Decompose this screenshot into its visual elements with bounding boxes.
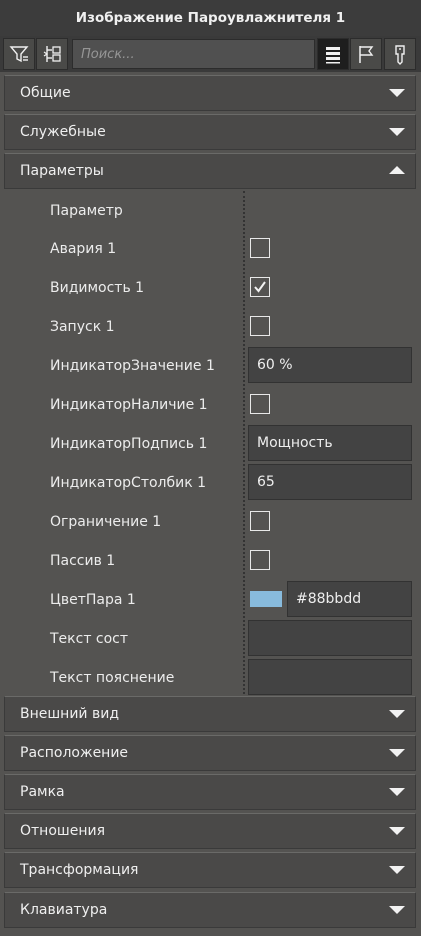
limit-checkbox[interactable]	[250, 511, 270, 531]
param-row: Авария 1	[4, 229, 416, 268]
section-frame[interactable]: Рамка	[4, 774, 416, 810]
list-view-icon	[326, 47, 340, 64]
pin-icon	[395, 45, 405, 65]
section-appearance[interactable]: Внешний вид	[4, 696, 416, 732]
chevron-down-icon	[389, 827, 405, 835]
visibility-checkbox[interactable]	[250, 277, 270, 297]
passive-checkbox[interactable]	[250, 550, 270, 570]
list-view-button[interactable]	[317, 38, 349, 70]
collapse-tree-button[interactable]	[36, 38, 68, 70]
flag-icon	[359, 46, 374, 63]
params-header-row: Параметр	[4, 191, 416, 230]
section-keyboard[interactable]: Клавиатура	[4, 892, 416, 928]
section-label: Расположение	[20, 745, 129, 761]
param-row: Ограничение 1	[4, 502, 416, 541]
param-label: Ограничение 1	[50, 513, 162, 530]
param-label: ИндикаторНаличие 1	[50, 396, 208, 413]
pin-button[interactable]	[384, 38, 416, 70]
param-label: ИндикаторЗначение 1	[50, 357, 215, 374]
section-general[interactable]: Общие	[4, 75, 416, 111]
parameters-panel: Параметр Авария 1 Видимость 1 Запуск 1 И…	[4, 191, 416, 697]
steam-color-field[interactable]: #88bbdd	[287, 581, 412, 617]
avariya-checkbox[interactable]	[250, 238, 270, 258]
section-label: Внешний вид	[20, 706, 120, 722]
param-label: ЦветПара 1	[50, 591, 136, 608]
section-layout[interactable]: Расположение	[4, 735, 416, 771]
param-label: Текст пояснение	[50, 669, 175, 686]
param-row: ИндикаторЗначение 1 60 %	[4, 346, 416, 385]
param-row: ИндикаторСтолбик 1 65	[4, 463, 416, 502]
param-label: Видимость 1	[50, 279, 145, 296]
param-label: ИндикаторПодпись 1	[50, 435, 208, 452]
param-row: Пассив 1	[4, 541, 416, 580]
section-label: Рамка	[20, 784, 65, 800]
section-label: Общие	[20, 85, 71, 101]
section-service[interactable]: Служебные	[4, 114, 416, 150]
param-label: Авария 1	[50, 240, 117, 257]
flag-button[interactable]	[350, 38, 382, 70]
param-row: ЦветПара 1 #88bbdd	[4, 580, 416, 619]
section-label: Служебные	[20, 124, 106, 140]
filter-icon	[9, 46, 29, 63]
section-transform[interactable]: Трансформация	[4, 852, 416, 888]
start-checkbox[interactable]	[250, 316, 270, 336]
param-row: Запуск 1	[4, 307, 416, 346]
param-label: Текст сост	[50, 630, 129, 647]
indicator-caption-field[interactable]: Мощность	[248, 425, 412, 461]
chevron-down-icon	[389, 788, 405, 796]
section-parameters[interactable]: Параметры	[4, 153, 416, 189]
indicator-bar-field[interactable]: 65	[248, 464, 412, 500]
param-row: ИндикаторПодпись 1 Мощность	[4, 424, 416, 463]
chevron-down-icon	[389, 749, 405, 757]
indicator-presence-checkbox[interactable]	[250, 394, 270, 414]
section-label: Отношения	[20, 823, 105, 839]
param-row: Текст пояснение	[4, 658, 416, 697]
params-header: Параметр	[50, 202, 123, 219]
chevron-down-icon	[389, 906, 405, 914]
param-row: ИндикаторНаличие 1	[4, 385, 416, 424]
chevron-down-icon	[389, 866, 405, 874]
state-text-field[interactable]	[248, 620, 412, 656]
param-label: Пассив 1	[50, 552, 116, 569]
chevron-down-icon	[389, 710, 405, 718]
toolbar	[0, 36, 421, 72]
color-swatch[interactable]	[250, 591, 282, 607]
section-label: Параметры	[20, 163, 104, 179]
filter-button[interactable]	[3, 38, 35, 70]
section-relations[interactable]: Отношения	[4, 813, 416, 849]
param-row: Видимость 1	[4, 268, 416, 307]
chevron-up-icon	[389, 166, 405, 174]
param-label: Запуск 1	[50, 318, 115, 335]
section-label: Трансформация	[20, 862, 139, 878]
explanation-text-field[interactable]	[248, 659, 412, 695]
section-label: Клавиатура	[20, 902, 108, 918]
window-title: Изображение Пароувлажнителя 1	[0, 0, 421, 36]
param-row: Текст сост	[4, 619, 416, 658]
chevron-down-icon	[389, 128, 405, 136]
checkmark-icon	[254, 281, 266, 293]
indicator-value-field[interactable]: 60 %	[248, 347, 412, 383]
search-input[interactable]	[72, 39, 315, 69]
collapse-tree-icon	[43, 46, 61, 62]
chevron-down-icon	[389, 89, 405, 97]
param-label: ИндикаторСтолбик 1	[50, 474, 207, 491]
